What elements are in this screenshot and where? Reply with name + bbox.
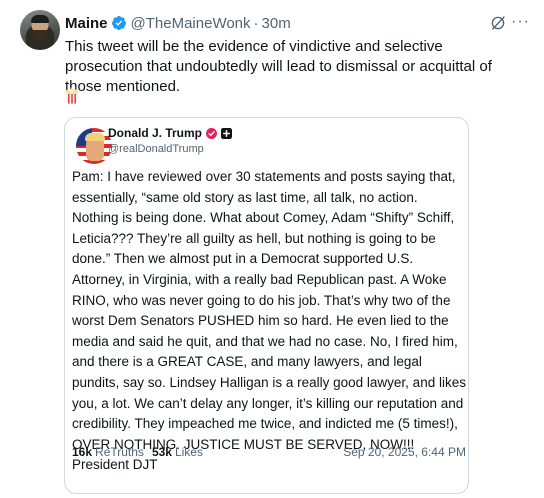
grok-icon[interactable]	[489, 14, 507, 32]
quoted-post-footer: 16k ReTruths 53k Likes Sep 20, 2025, 6:4…	[72, 443, 466, 461]
tweet: Maine @TheMaineWonk · 30m ··· This tweet…	[0, 0, 544, 498]
tweet-header: Maine @TheMaineWonk · 30m	[65, 13, 291, 33]
tweet-text: This tweet will be the evidence of vindi…	[65, 38, 492, 95]
more-options-icon[interactable]: ···	[511, 13, 530, 31]
author-name[interactable]: Maine	[65, 15, 108, 32]
retruths-label: ReTruths	[95, 445, 144, 459]
quoted-author-handle[interactable]: @realDonaldTrump	[108, 143, 204, 155]
likes-count[interactable]: 53k	[152, 445, 172, 459]
quoted-author-avatar[interactable]	[76, 128, 112, 164]
author-handle[interactable]: @TheMaineWonk	[131, 15, 251, 32]
quoted-author-name[interactable]: Donald J. Trump	[108, 126, 202, 140]
quoted-author-row: Donald J. Trump	[108, 126, 233, 140]
separator-dot: ·	[253, 14, 259, 32]
author-avatar[interactable]	[20, 10, 60, 50]
quoted-post-date[interactable]: Sep 20, 2025, 6:44 PM	[343, 445, 466, 459]
quoted-affiliation-badge-icon	[221, 127, 233, 139]
tweet-time[interactable]: 30m	[262, 15, 291, 32]
popcorn-emoji-icon	[65, 88, 79, 104]
verified-badge-icon	[111, 16, 126, 30]
retruths-count[interactable]: 16k	[72, 445, 92, 459]
quoted-post-text: Pam: I have reviewed over 30 statements …	[72, 169, 466, 473]
quoted-post-card[interactable]: Donald J. Trump @realDonaldTrump Pam: I …	[64, 117, 469, 494]
avatar-hair	[85, 133, 105, 141]
avatar-cap	[31, 15, 49, 23]
quoted-verified-badge-icon	[206, 127, 218, 139]
avatar-beard	[33, 30, 47, 40]
likes-label: Likes	[174, 445, 203, 459]
